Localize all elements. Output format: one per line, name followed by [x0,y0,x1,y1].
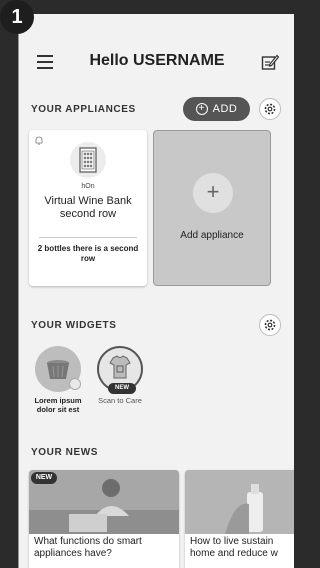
widget-status-dot [69,378,81,390]
step-number-badge: 1 [0,0,34,34]
news-section-label: YOUR NEWS [31,447,99,458]
bell-icon [35,136,43,145]
news-photo-illustration [185,470,294,534]
plus-circle-icon: + [195,103,208,115]
news-image [185,470,294,534]
new-badge: NEW [31,472,57,484]
widget-icon-circle: NEW [97,346,143,394]
add-appliance-card[interactable]: + Add appliance [153,130,271,286]
add-appliance-button[interactable]: + ADD [183,97,250,121]
widget-label: Scan to Care [98,396,142,405]
appliance-brand: hOn [81,183,95,190]
card-divider [39,237,137,238]
widget-laundry[interactable]: Lorem ipsum dolor sit est [29,346,87,414]
widget-label: Lorem ipsum dolor sit est [34,396,82,414]
widgets-settings-button[interactable] [259,314,281,336]
add-appliance-label: Add appliance [180,230,244,241]
plus-icon: + [193,173,233,213]
widget-icon-circle [35,346,81,392]
widgets-section-label: YOUR WIDGETS [31,320,117,331]
news-card[interactable]: How to live sustain home and reduce w [185,470,294,568]
add-button-label: ADD [212,103,238,115]
wine-cabinet-icon [79,147,97,173]
app-screen: Hello USERNAME YOUR APPLIANCES + ADD hOn… [18,14,294,568]
news-title: What functions do smart appliances have? [34,536,142,559]
widget-scan-to-care[interactable]: NEW Scan to Care [91,346,149,405]
gear-icon [264,103,276,115]
news-card[interactable]: NEW What functions do smart appliances h… [29,470,179,568]
appliance-thumbnail [70,142,106,178]
appliances-settings-button[interactable] [259,98,281,120]
app-header: Hello USERNAME [19,44,294,80]
gear-icon [264,319,276,331]
new-badge: NEW [108,383,136,394]
edit-note-icon[interactable] [261,53,279,71]
page-title: Hello USERNAME [89,52,225,69]
appliances-section-label: YOUR APPLIANCES [31,104,136,115]
appliance-name: Virtual Wine Bank second row [44,195,132,220]
news-title: How to live sustain home and reduce w [190,536,278,559]
news-image: NEW [29,470,179,534]
appliance-status: 2 bottles there is a second row [37,244,139,263]
appliance-card[interactable]: hOn Virtual Wine Bank second row 2 bottl… [29,130,147,286]
